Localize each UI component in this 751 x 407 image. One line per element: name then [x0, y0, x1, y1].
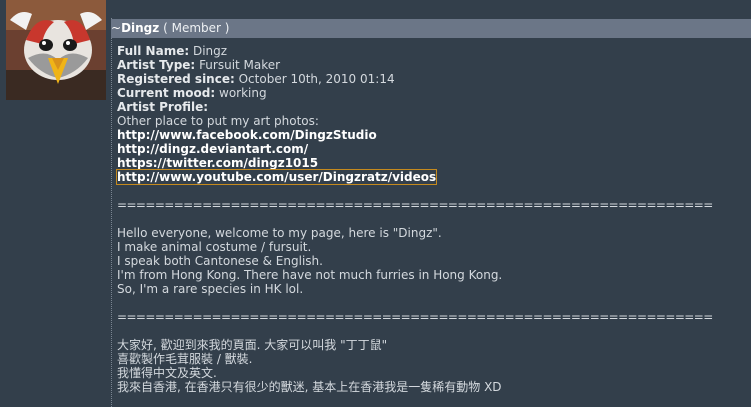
- avatar-column: [0, 0, 112, 407]
- mood-label: Current mood:: [117, 86, 216, 100]
- mood-value: working: [219, 86, 267, 100]
- english-intro: Hello everyone, welcome to my page, here…: [117, 226, 747, 296]
- facebook-link[interactable]: http://www.facebook.com/DingzStudio: [117, 128, 377, 142]
- registered-row: Registered since: October 10th, 2010 01:…: [117, 72, 747, 86]
- intro-line: I make animal costume / fursuit.: [117, 240, 312, 254]
- deviantart-link[interactable]: http://dingz.deviantart.com/: [117, 142, 308, 156]
- profile-details: Full Name: Dingz Artist Type: Fursuit Ma…: [115, 44, 747, 394]
- twitter-link[interactable]: https://twitter.com/dingz1015: [117, 156, 318, 170]
- registered-label: Registered since:: [117, 72, 235, 86]
- artist-type-label: Artist Type:: [117, 58, 196, 72]
- separator-line: ========================================…: [117, 310, 713, 324]
- intro-line: I'm from Hong Kong. There have not much …: [117, 268, 503, 282]
- artist-profile-label: Artist Profile:: [117, 100, 209, 114]
- intro-line: 我懂得中文及英文.: [117, 366, 217, 380]
- column-divider: [111, 18, 112, 407]
- avatar-image: [6, 0, 106, 100]
- user-name-prefix: ~: [111, 21, 122, 35]
- user-role: ( Member ): [163, 21, 230, 35]
- artist-profile-row: Artist Profile:: [117, 100, 747, 114]
- links-intro: Other place to put my art photos:: [117, 114, 319, 128]
- intro-line: So, I'm a rare species in HK lol.: [117, 282, 304, 296]
- avatar[interactable]: [6, 0, 106, 100]
- chinese-intro: 大家好, 歡迎到來我的頁面. 大家可以叫我 "丁丁鼠" 喜歡製作毛茸服裝 / 獸…: [117, 338, 747, 394]
- intro-line: Hello everyone, welcome to my page, here…: [117, 226, 442, 240]
- youtube-link[interactable]: http://www.youtube.com/user/Dingzratz/vi…: [115, 169, 438, 185]
- registered-value: October 10th, 2010 01:14: [238, 72, 395, 86]
- full-name-label: Full Name:: [117, 44, 190, 58]
- intro-line: 我來自香港, 在香港只有很少的獸迷, 基本上在香港我是一隻稀有動物 XD: [117, 380, 502, 394]
- artist-type-row: Artist Type: Fursuit Maker: [117, 58, 747, 72]
- user-name[interactable]: Dingz: [121, 21, 159, 35]
- full-name-row: Full Name: Dingz: [117, 44, 747, 58]
- intro-line: 大家好, 歡迎到來我的頁面. 大家可以叫我 "丁丁鼠": [117, 338, 388, 352]
- intro-line: I speak both Cantonese & English.: [117, 254, 323, 268]
- mood-row: Current mood: working: [117, 86, 747, 100]
- user-name-bar: ~Dingz ( Member ): [111, 19, 751, 38]
- intro-line: 喜歡製作毛茸服裝 / 獸裝.: [117, 352, 253, 366]
- artist-type-value: Fursuit Maker: [199, 58, 281, 72]
- separator-line: ========================================…: [117, 198, 713, 212]
- full-name-value: Dingz: [192, 44, 228, 58]
